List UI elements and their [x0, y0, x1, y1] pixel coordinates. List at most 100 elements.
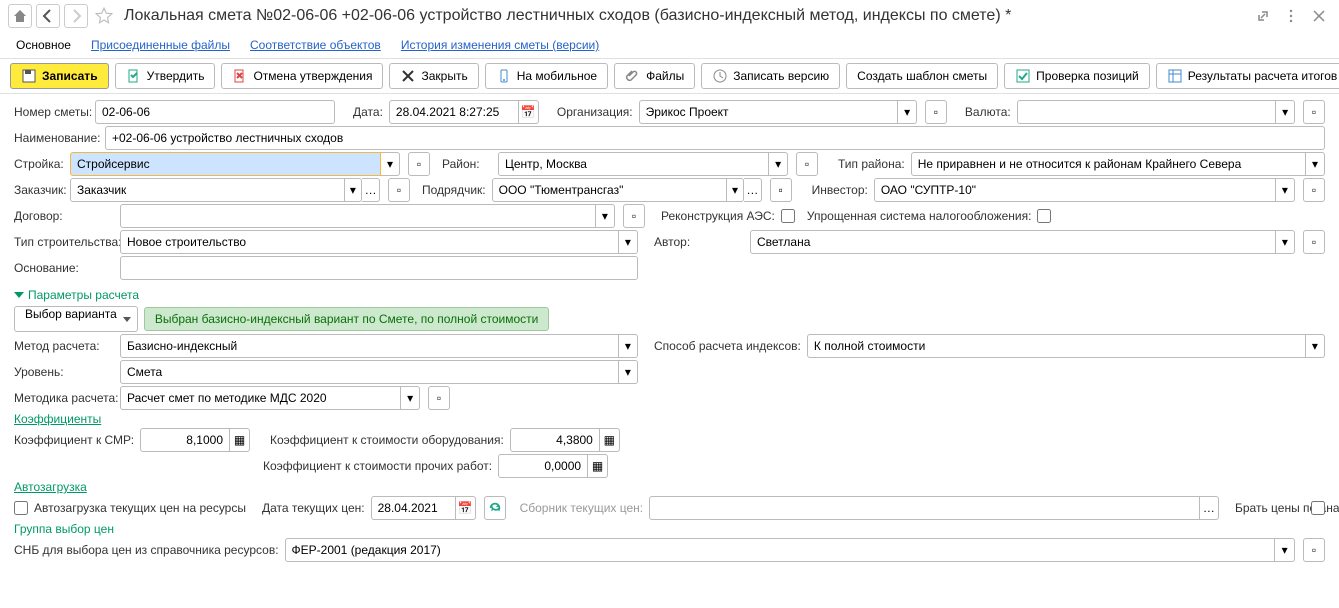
auto-link[interactable]: Автозагрузка [14, 480, 87, 494]
tech-input[interactable] [120, 386, 401, 410]
open-icon[interactable]: ▫ [796, 152, 818, 176]
cust-input[interactable] [70, 178, 345, 202]
dropdown-icon[interactable]: ▾ [1276, 100, 1295, 124]
rtype-label: Тип района: [838, 157, 905, 171]
dropdown-icon[interactable]: ▾ [619, 230, 638, 254]
dropdown-icon[interactable]: ▾ [619, 360, 638, 384]
dropdown-icon[interactable]: ▾ [727, 178, 744, 202]
approve-button[interactable]: Утвердить [115, 63, 216, 89]
level-label: Уровень: [14, 365, 114, 379]
ellipsis-icon[interactable]: … [362, 178, 380, 202]
dropdown-icon[interactable]: ▾ [898, 100, 917, 124]
variant-button[interactable]: Выбор варианта [14, 306, 138, 332]
window-title: Локальная смета №02-06-06 +02-06-06 устр… [124, 7, 1247, 25]
coll-input[interactable] [649, 496, 1200, 520]
calc-section-header[interactable]: Параметры расчета [14, 288, 1325, 302]
btype-input[interactable] [120, 230, 619, 254]
date-input[interactable] [389, 100, 519, 124]
calendar-icon[interactable]: 📅 [456, 496, 476, 520]
open-icon[interactable]: ▫ [1303, 178, 1325, 202]
unapprove-button[interactable]: Отмена утверждения [221, 63, 383, 89]
dropdown-icon[interactable]: ▾ [1306, 334, 1325, 358]
check-button[interactable]: Проверка позиций [1004, 63, 1150, 89]
tab-history[interactable]: История изменения сметы (версии) [401, 38, 599, 52]
author-input[interactable] [750, 230, 1276, 254]
calendar-icon[interactable]: 📅 [519, 100, 539, 124]
dropdown-icon[interactable]: ▾ [1306, 152, 1325, 176]
tab-files[interactable]: Присоединенные файлы [91, 38, 230, 52]
calc-icon[interactable]: ▦ [230, 428, 250, 452]
dropdown-icon[interactable]: ▾ [619, 334, 638, 358]
tab-objmatch[interactable]: Соответствие объектов [250, 38, 381, 52]
org-input[interactable] [639, 100, 899, 124]
snb-input[interactable] [285, 538, 1276, 562]
analog-label: Брать цены по аналогам: [1235, 501, 1305, 515]
dropdown-icon[interactable]: ▾ [381, 152, 400, 176]
calc-icon[interactable]: ▦ [588, 454, 608, 478]
star-icon[interactable] [92, 4, 116, 28]
basis-label: Основание: [14, 261, 114, 275]
back-button[interactable] [36, 4, 60, 28]
curr-label: Валюта: [965, 105, 1011, 119]
tax-checkbox[interactable] [1037, 209, 1051, 223]
dropdown-icon[interactable]: ▾ [345, 178, 363, 202]
template-button[interactable]: Создать шаблон сметы [846, 63, 998, 89]
tab-main[interactable]: Основное [16, 38, 71, 52]
open-icon[interactable]: ▫ [925, 100, 947, 124]
open-icon[interactable]: ▫ [770, 178, 792, 202]
idxmethod-input[interactable] [807, 334, 1306, 358]
results-button[interactable]: Результаты расчета итогов [1156, 63, 1339, 89]
dropdown-icon[interactable]: ▾ [401, 386, 420, 410]
contr-input[interactable] [492, 178, 727, 202]
level-input[interactable] [120, 360, 619, 384]
rtype-input[interactable] [911, 152, 1306, 176]
ellipsis-icon[interactable]: … [744, 178, 761, 202]
curr-input[interactable] [1017, 100, 1277, 124]
idxmethod-label: Способ расчета индексов: [654, 339, 801, 353]
files-button[interactable]: Файлы [614, 63, 695, 89]
basis-input[interactable] [120, 256, 638, 280]
name-input[interactable] [105, 126, 1325, 150]
link-icon[interactable] [1251, 4, 1275, 28]
dropdown-icon[interactable]: ▾ [1276, 230, 1295, 254]
calc-icon[interactable]: ▦ [600, 428, 620, 452]
saveversion-button[interactable]: Записать версию [701, 63, 840, 89]
close-icon[interactable] [1307, 4, 1331, 28]
open-icon[interactable]: ▫ [388, 178, 410, 202]
open-icon[interactable]: ▫ [428, 386, 450, 410]
coef-link[interactable]: Коэффициенты [14, 412, 101, 426]
ellipsis-icon[interactable]: … [1200, 496, 1219, 520]
open-icon[interactable]: ▫ [408, 152, 430, 176]
mobile-button[interactable]: На мобильное [485, 63, 608, 89]
date-label: Дата: [353, 105, 383, 119]
region-input[interactable] [498, 152, 769, 176]
equip-input[interactable] [510, 428, 600, 452]
dropdown-icon[interactable]: ▾ [769, 152, 788, 176]
open-icon[interactable]: ▫ [1303, 100, 1325, 124]
dogovor-input[interactable] [120, 204, 596, 228]
analog-checkbox[interactable] [1311, 501, 1325, 515]
build-input[interactable] [70, 152, 381, 176]
open-icon[interactable]: ▫ [1303, 230, 1325, 254]
forward-button[interactable] [64, 4, 88, 28]
close-button[interactable]: Закрыть [389, 63, 478, 89]
grp-header: Группа выбор цен [14, 522, 114, 536]
dropdown-icon[interactable]: ▾ [1275, 538, 1295, 562]
save-button[interactable]: Записать [10, 63, 109, 89]
dropdown-icon[interactable]: ▾ [1276, 178, 1295, 202]
refresh-icon[interactable] [484, 496, 506, 520]
curdate-input[interactable] [371, 496, 456, 520]
author-label: Автор: [654, 235, 744, 249]
more-icon[interactable] [1279, 4, 1303, 28]
num-input[interactable] [95, 100, 335, 124]
dropdown-icon[interactable]: ▾ [596, 204, 615, 228]
other-input[interactable] [498, 454, 588, 478]
method-input[interactable] [120, 334, 619, 358]
autoload-checkbox[interactable] [14, 501, 28, 515]
open-icon[interactable]: ▫ [1303, 538, 1325, 562]
inv-input[interactable] [874, 178, 1276, 202]
home-button[interactable] [8, 4, 32, 28]
open-icon[interactable]: ▫ [623, 204, 645, 228]
smr-input[interactable] [140, 428, 230, 452]
recon-checkbox[interactable] [781, 209, 795, 223]
